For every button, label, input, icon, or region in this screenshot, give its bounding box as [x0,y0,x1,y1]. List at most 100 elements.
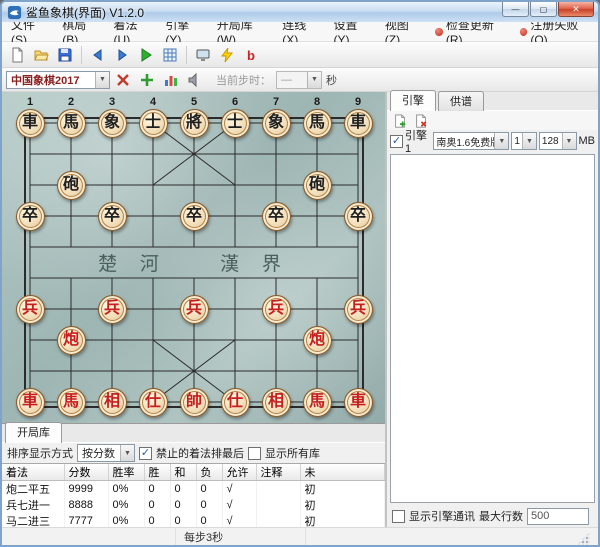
stats-icon[interactable] [160,69,182,91]
board-piece[interactable]: 帥 [180,388,209,417]
bold-b-icon[interactable]: b [240,44,262,66]
menu-item[interactable]: 文件(S) [4,22,55,41]
forbidden-last-checkbox[interactable] [139,447,152,460]
book-move-row[interactable]: 马二进三77770%000√初 [2,513,385,527]
board-piece[interactable]: 卒 [344,202,373,231]
menu-item[interactable]: 注册失败(Q) [513,22,598,41]
board-piece[interactable]: 卒 [16,202,45,231]
sort-combo-value: 按分数 [78,445,120,461]
board-piece[interactable]: 象 [98,109,127,138]
show-comm-label: 显示引擎通讯 [409,508,475,524]
menu-item[interactable]: 开局库(W) [210,22,276,41]
back-icon[interactable] [87,44,109,66]
play-icon[interactable] [135,44,157,66]
minimize-button[interactable]: — [502,2,529,17]
xiangqi-board[interactable]: 楚 河 漢 界 123456789車馬象士將士象馬車砲砲卒卒卒卒卒兵兵兵兵兵炮炮… [6,93,382,423]
book-move-row[interactable]: 炮二平五99990%000√初 [2,481,385,498]
step-time-combo[interactable]: — ▼ [276,71,322,89]
board-piece[interactable]: 卒 [262,202,291,231]
board-piece[interactable]: 車 [16,109,45,138]
board-piece[interactable]: 兵 [344,295,373,324]
open-file-icon[interactable] [30,44,52,66]
menu-item[interactable]: 检查更新(R) [428,22,513,41]
board-piece[interactable]: 車 [344,109,373,138]
board-piece[interactable]: 卒 [98,202,127,231]
board-piece[interactable]: 兵 [98,295,127,324]
threads-combo[interactable]: 1 ▼ [511,132,537,150]
max-lines-input[interactable] [527,508,589,525]
seconds-label: 秒 [326,72,337,88]
book-column-header[interactable]: 胜 [144,464,170,481]
board-piece[interactable]: 兵 [16,295,45,324]
skin-combo[interactable]: 中国象棋2017 ▼ [6,71,110,89]
board-piece[interactable]: 相 [262,388,291,417]
resize-grip-icon[interactable] [577,532,590,545]
menu-item[interactable]: 着法(U) [107,22,159,41]
board-piece[interactable]: 砲 [57,171,86,200]
board-piece[interactable]: 馬 [57,388,86,417]
secondary-toolbar: 中国象棋2017 ▼ 当前步时： — ▼ 秒 [2,68,598,92]
book-cell: 初 [300,481,385,498]
book-column-header[interactable]: 胜率 [108,464,144,481]
book-column-header[interactable]: 和 [170,464,196,481]
board-piece[interactable]: 象 [262,109,291,138]
board-piece[interactable]: 砲 [303,171,332,200]
board-column-number: 6 [225,96,245,108]
book-cell: 9999 [64,481,108,498]
add-icon[interactable] [136,69,158,91]
save-icon[interactable] [54,44,76,66]
show-all-books-checkbox[interactable] [248,447,261,460]
book-column-header[interactable]: 未 [300,464,385,481]
book-column-header[interactable]: 允许 [222,464,256,481]
board-piece[interactable]: 仕 [221,388,250,417]
book-cell: 0 [170,497,196,513]
engine-output-list[interactable] [390,154,595,503]
tab-engine[interactable]: 引擎 [390,90,436,111]
book-column-header[interactable]: 分数 [64,464,108,481]
show-comm-checkbox[interactable] [392,510,405,523]
engine-tabs: 引擎 供谱 [387,92,598,110]
board-piece[interactable]: 兵 [180,295,209,324]
tab-opening-book[interactable]: 开局库 [5,422,62,443]
menu-item[interactable]: 视图(Z) [378,22,429,41]
menu-item[interactable]: 连线(X) [275,22,326,41]
hash-combo[interactable]: 128 ▼ [539,132,577,150]
board-icon[interactable] [159,44,181,66]
board-piece[interactable]: 相 [98,388,127,417]
book-table-header[interactable]: 着法分数胜率胜和负允许注释未 [2,464,385,481]
secondary-toolbar-icons [112,69,206,91]
close-button[interactable]: ✕ [558,2,594,17]
board-piece[interactable]: 士 [139,109,168,138]
new-file-icon[interactable] [6,44,28,66]
book-move-row[interactable]: 兵七进一88880%000√初 [2,497,385,513]
board-piece[interactable]: 將 [180,109,209,138]
board-piece[interactable]: 馬 [303,109,332,138]
board-piece[interactable]: 車 [16,388,45,417]
engine-name-combo[interactable]: 南奥1.6免费版 ▼ [433,132,509,150]
sound-icon[interactable] [184,69,206,91]
sort-combo[interactable]: 按分数 ▼ [77,444,135,462]
board-piece[interactable]: 卒 [180,202,209,231]
forward-icon[interactable] [111,44,133,66]
board-piece[interactable]: 炮 [303,326,332,355]
computer-icon[interactable] [192,44,214,66]
board-piece[interactable]: 士 [221,109,250,138]
menu-item[interactable]: 设置(Y) [327,22,378,41]
menu-item[interactable]: 棋局(B) [55,22,106,41]
board-piece[interactable]: 兵 [262,295,291,324]
delete-icon[interactable] [112,69,134,91]
engine1-checkbox[interactable] [390,135,403,148]
book-column-header[interactable]: 负 [196,464,222,481]
book-column-header[interactable]: 着法 [2,464,64,481]
flash-icon[interactable] [216,44,238,66]
board-piece[interactable]: 馬 [57,109,86,138]
board-piece[interactable]: 馬 [303,388,332,417]
maximize-button[interactable]: ▢ [530,2,557,17]
book-column-header[interactable]: 注释 [256,464,300,481]
board-piece[interactable]: 仕 [139,388,168,417]
tab-gongpu[interactable]: 供谱 [438,91,484,111]
board-piece[interactable]: 炮 [57,326,86,355]
board-piece[interactable]: 車 [344,388,373,417]
menu-item[interactable]: 引擎(Y) [158,22,209,41]
app-window: 鲨鱼象棋(界面) V1.2.0 — ▢ ✕ 文件(S)棋局(B)着法(U)引擎(… [0,0,600,547]
